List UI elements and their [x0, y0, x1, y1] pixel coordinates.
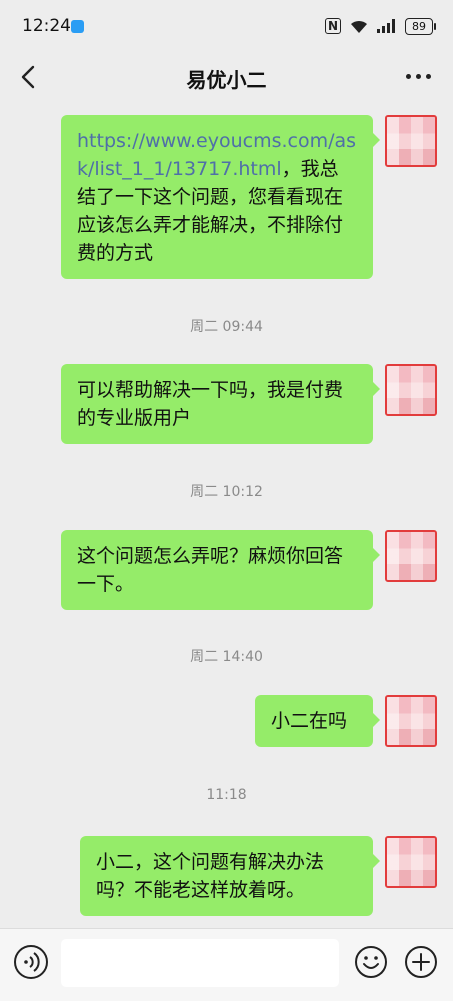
- avatar[interactable]: [385, 115, 437, 167]
- plus-icon: [405, 946, 437, 978]
- status-icons: N 89: [324, 16, 436, 36]
- signal-icon: [377, 19, 397, 33]
- message-text: 小二在吗: [271, 710, 348, 732]
- timestamp-divider: 周二 09:44: [190, 319, 263, 335]
- avatar-image: [387, 117, 435, 165]
- message-bubble[interactable]: https://www.eyoucms.com/ask/list_1_1/137…: [61, 115, 380, 279]
- more-dot: [416, 74, 421, 79]
- message-input[interactable]: [61, 939, 339, 987]
- more-dot: [406, 74, 411, 79]
- battery-icon: 89: [405, 17, 436, 35]
- avatar-image: [387, 697, 435, 745]
- emoji-icon: [355, 946, 387, 978]
- message-text: 小二，这个问题有解决办法吗？不能老这样放着呀。: [96, 851, 325, 901]
- avatar[interactable]: [385, 695, 437, 747]
- wifi-icon: [349, 18, 369, 34]
- status-time: 12:24: [22, 16, 71, 36]
- timestamp-divider: 周二 10:12: [190, 484, 263, 500]
- notification-app-icon: [71, 20, 84, 33]
- message-bubble[interactable]: 可以帮助解决一下吗，我是付费的专业版用户: [61, 364, 380, 444]
- timestamp-divider: 周二 14:40: [190, 649, 263, 665]
- more-options-button[interactable]: [406, 74, 431, 79]
- message-text: 这个问题怎么弄呢？麻烦你回答一下。: [77, 545, 344, 595]
- message-list[interactable]: https://www.eyoucms.com/ask/list_1_1/137…: [0, 105, 453, 927]
- more-dot: [426, 74, 431, 79]
- more-functions-button[interactable]: [404, 945, 438, 979]
- nfc-icon: N: [324, 18, 341, 34]
- message-bubble[interactable]: 这个问题怎么弄呢？麻烦你回答一下。: [61, 530, 380, 610]
- message-bubble[interactable]: 小二，这个问题有解决办法吗？不能老这样放着呀。: [80, 836, 380, 916]
- voice-icon: [24, 952, 40, 972]
- timestamp-divider: 11:18: [206, 787, 247, 803]
- avatar[interactable]: [385, 364, 437, 416]
- voice-input-button[interactable]: [14, 945, 48, 979]
- emoji-button[interactable]: [354, 945, 388, 979]
- avatar-image: [387, 838, 435, 886]
- avatar-image: [387, 366, 435, 414]
- message-text: 可以帮助解决一下吗，我是付费的专业版用户: [77, 379, 344, 429]
- chat-header: 易优小二: [0, 50, 453, 105]
- message-bubble[interactable]: 小二在吗: [255, 695, 380, 747]
- avatar[interactable]: [385, 530, 437, 582]
- input-toolbar: [0, 928, 453, 1001]
- avatar-image: [387, 532, 435, 580]
- status-bar: 12:24 N 89: [0, 0, 453, 50]
- page-title: 易优小二: [186, 68, 267, 92]
- avatar[interactable]: [385, 836, 437, 888]
